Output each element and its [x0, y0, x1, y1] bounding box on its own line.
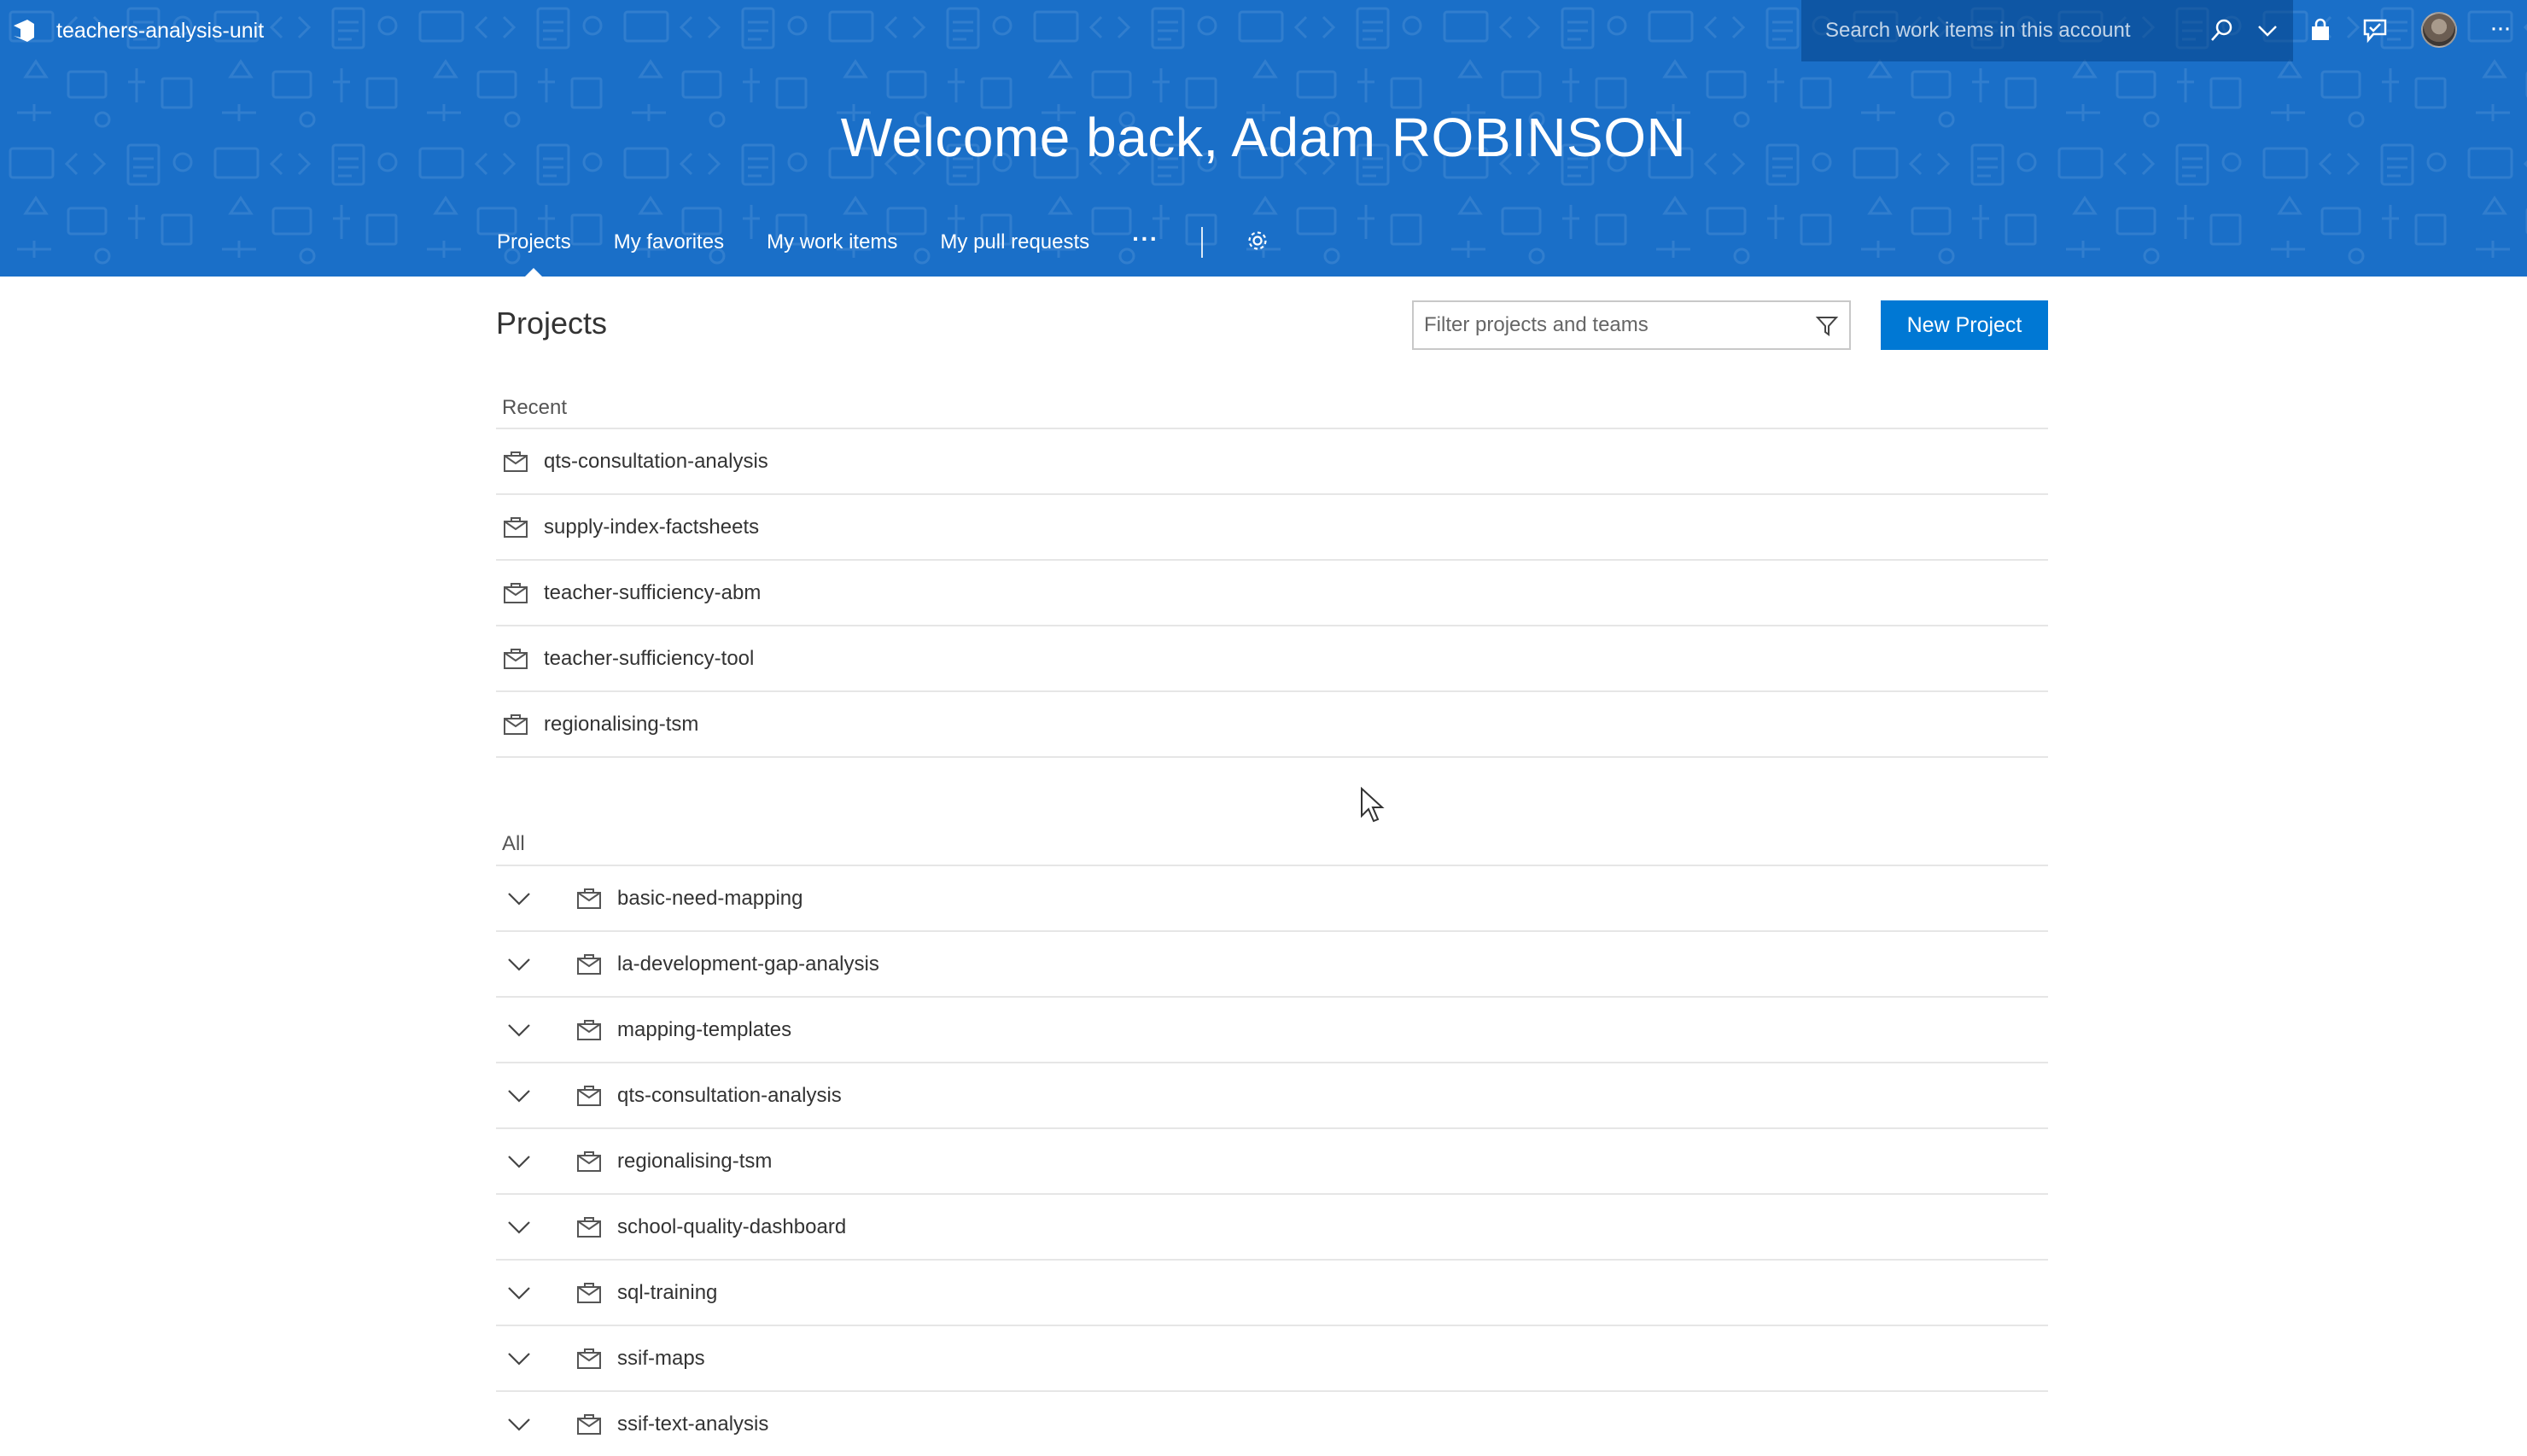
project-row[interactable]: ssif-text-analysis — [496, 1392, 2048, 1456]
tab-projects[interactable]: Projects — [497, 230, 571, 277]
project-row[interactable]: mapping-templates — [496, 998, 2048, 1063]
project-row[interactable]: regionalising-tsm — [496, 1129, 2048, 1195]
header-banner: teachers-analysis-unit Search work items… — [0, 0, 2527, 277]
project-icon — [504, 713, 528, 735]
project-name[interactable]: qts-consultation-analysis — [617, 1084, 842, 1108]
chevron-down-icon[interactable] — [506, 1083, 532, 1109]
tab-my-pull-requests[interactable]: My pull requests — [940, 230, 1089, 254]
recent-projects-list: qts-consultation-analysis supply-index-f… — [496, 428, 2048, 758]
chevron-down-icon[interactable] — [506, 886, 532, 911]
org-name: teachers-analysis-unit — [56, 18, 265, 43]
project-icon — [577, 1282, 601, 1303]
vsts-logo-icon — [9, 15, 39, 46]
all-projects-list: basic-need-mapping la-development-gap-an… — [496, 865, 2048, 1456]
tab-my-favorites[interactable]: My favorites — [614, 230, 724, 254]
chevron-down-icon[interactable] — [506, 1017, 532, 1043]
more-icon[interactable]: ··· — [2483, 15, 2517, 46]
project-icon — [504, 516, 528, 538]
mouse-cursor-icon — [1361, 787, 1385, 823]
project-row[interactable]: ssif-maps — [496, 1326, 2048, 1392]
project-icon — [577, 888, 601, 909]
project-name[interactable]: regionalising-tsm — [617, 1150, 772, 1174]
page-title: Projects — [496, 306, 608, 341]
project-name[interactable]: teacher-sufficiency-abm — [544, 581, 761, 605]
avatar[interactable] — [2421, 12, 2457, 48]
marketplace-bag-icon[interactable] — [2305, 15, 2336, 46]
chevron-down-icon[interactable] — [2254, 17, 2281, 44]
chevron-down-icon[interactable] — [506, 1412, 532, 1437]
gear-icon[interactable] — [1246, 229, 1269, 253]
project-name[interactable]: teacher-sufficiency-tool — [544, 647, 754, 671]
tabs-divider — [1201, 227, 1204, 258]
recent-project-row[interactable]: teacher-sufficiency-abm — [496, 561, 2048, 626]
project-row[interactable]: sql-training — [496, 1261, 2048, 1326]
filter-projects-input[interactable]: Filter projects and teams — [1412, 300, 1851, 350]
welcome-heading: Welcome back, Adam ROBINSON — [840, 107, 1687, 168]
recent-project-row[interactable]: regionalising-tsm — [496, 692, 2048, 758]
project-icon — [577, 1019, 601, 1040]
project-name[interactable]: supply-index-factsheets — [544, 515, 759, 539]
project-name[interactable]: qts-consultation-analysis — [544, 450, 768, 474]
search-placeholder: Search work items in this account — [1825, 19, 2131, 42]
project-icon — [504, 582, 528, 603]
project-icon — [577, 1085, 601, 1106]
new-project-button[interactable]: New Project — [1881, 300, 2048, 350]
project-row[interactable]: school-quality-dashboard — [496, 1195, 2048, 1261]
project-icon — [504, 451, 528, 472]
recent-section-label: Recent — [502, 396, 568, 419]
all-section-label: All — [502, 832, 525, 855]
filter-placeholder: Filter projects and teams — [1424, 313, 1649, 336]
tabs-more-icon[interactable]: ··· — [1132, 227, 1158, 251]
hub-tabs: Projects My favorites My work items My p… — [497, 227, 1269, 277]
project-name[interactable]: ssif-maps — [617, 1347, 705, 1371]
recent-project-row[interactable]: qts-consultation-analysis — [496, 429, 2048, 495]
chevron-down-icon[interactable] — [506, 1346, 532, 1372]
chevron-down-icon[interactable] — [506, 1214, 532, 1240]
project-icon — [577, 1150, 601, 1172]
project-row[interactable]: basic-need-mapping — [496, 866, 2048, 932]
project-icon — [577, 1216, 601, 1238]
recent-project-row[interactable]: supply-index-factsheets — [496, 495, 2048, 561]
project-icon — [577, 953, 601, 975]
feedback-icon[interactable] — [2360, 15, 2390, 46]
search-icon[interactable] — [2208, 17, 2235, 44]
project-name[interactable]: ssif-text-analysis — [617, 1412, 768, 1436]
recent-project-row[interactable]: teacher-sufficiency-tool — [496, 626, 2048, 692]
chevron-down-icon[interactable] — [506, 952, 532, 977]
project-name[interactable]: sql-training — [617, 1281, 717, 1305]
project-icon — [577, 1348, 601, 1369]
chevron-down-icon[interactable] — [506, 1149, 532, 1174]
project-icon — [577, 1413, 601, 1435]
project-row[interactable]: qts-consultation-analysis — [496, 1063, 2048, 1129]
org-switcher[interactable]: teachers-analysis-unit — [0, 0, 264, 61]
tab-my-work-items[interactable]: My work items — [767, 230, 897, 254]
project-row[interactable]: la-development-gap-analysis — [496, 932, 2048, 998]
project-name[interactable]: school-quality-dashboard — [617, 1215, 846, 1239]
project-name[interactable]: basic-need-mapping — [617, 887, 802, 911]
project-name[interactable]: regionalising-tsm — [544, 713, 698, 737]
search-input[interactable]: Search work items in this account — [1801, 0, 2293, 61]
project-name[interactable]: la-development-gap-analysis — [617, 952, 879, 976]
project-icon — [504, 648, 528, 669]
chevron-down-icon[interactable] — [506, 1280, 532, 1306]
filter-icon[interactable] — [1815, 314, 1839, 338]
project-name[interactable]: mapping-templates — [617, 1018, 791, 1042]
